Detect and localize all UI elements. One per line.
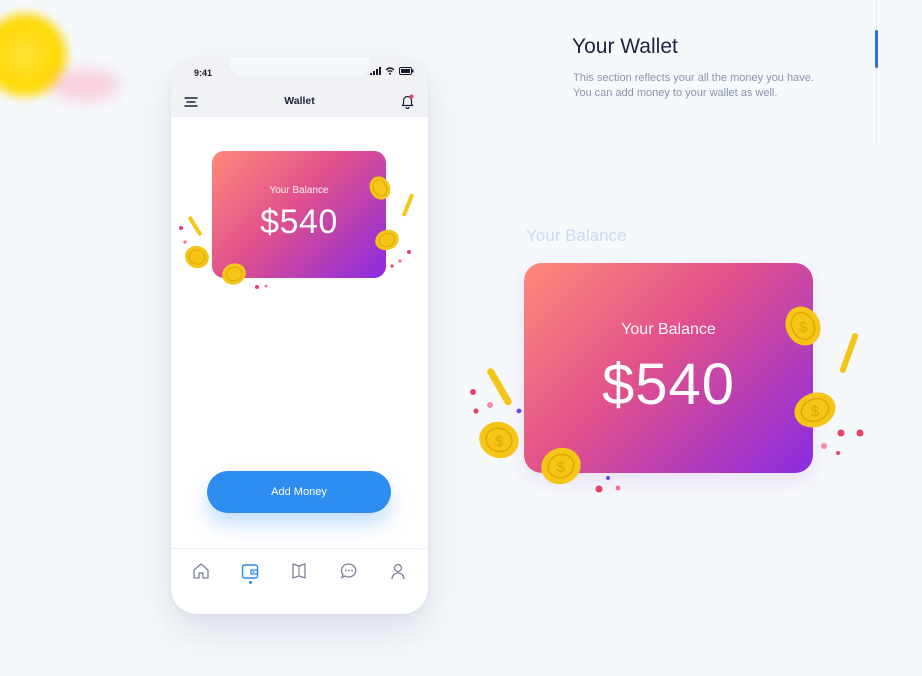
coin-icon: $	[479, 421, 519, 459]
svg-text:$: $	[799, 319, 808, 336]
coin-icon: $	[541, 447, 581, 485]
big-coins-decoration: $ $ $ $	[479, 306, 836, 485]
svg-text:$: $	[811, 403, 820, 420]
svg-text:$: $	[557, 459, 566, 476]
svg-text:$: $	[495, 433, 504, 450]
coin-icon: $	[785, 306, 821, 346]
coin-icon: $	[794, 392, 836, 428]
